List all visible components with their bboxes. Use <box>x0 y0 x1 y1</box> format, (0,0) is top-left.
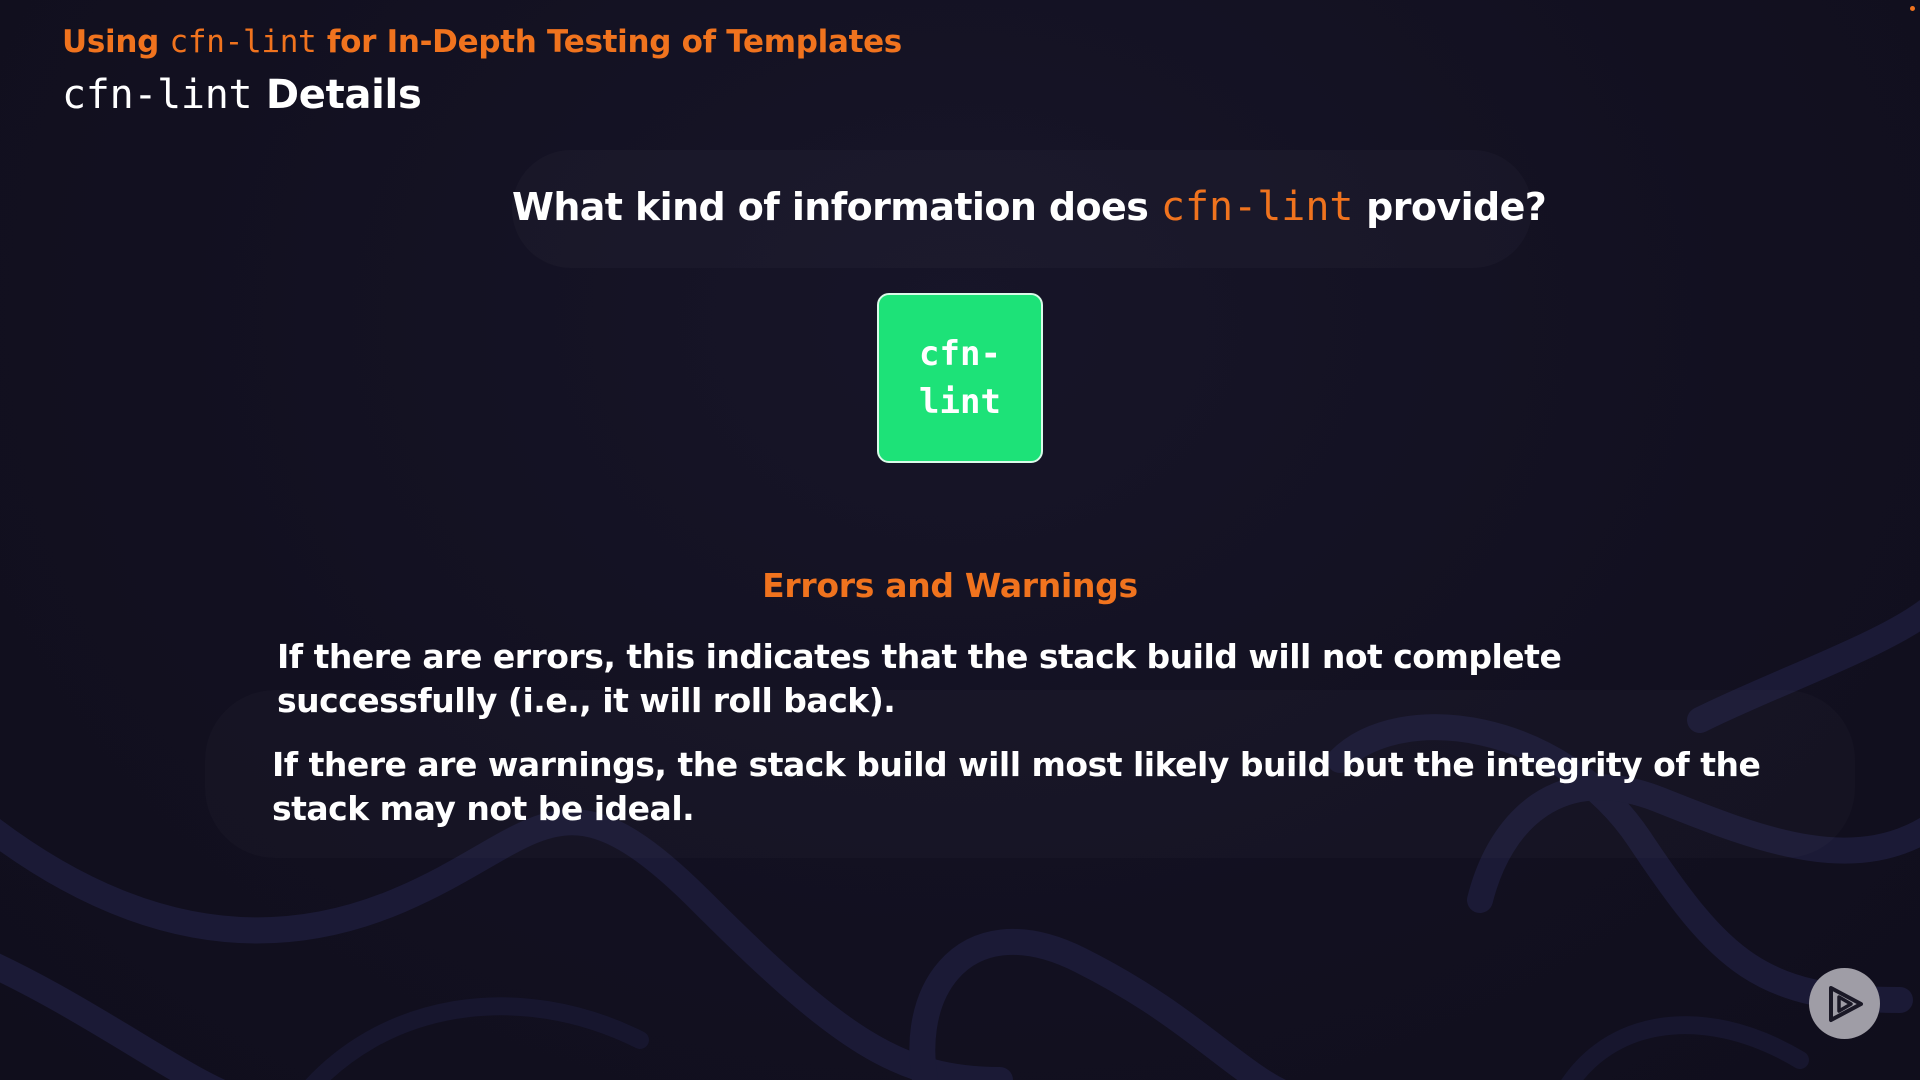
play-icon <box>1828 985 1863 1022</box>
slide: Using cfn-lint for In-Depth Testing of T… <box>0 0 1920 1080</box>
kicker-prefix: Using <box>62 24 170 60</box>
player-logo-button[interactable] <box>1809 968 1880 1039</box>
errors-paragraph: If there are errors, this indicates that… <box>277 637 1562 720</box>
kicker-suffix: for In-Depth Testing of Templates <box>316 24 902 60</box>
section-heading: Errors and Warnings <box>762 566 1138 605</box>
question-prefix: What kind of information does <box>512 185 1161 229</box>
tool-box-label: cfn-lint <box>919 334 1001 422</box>
title-suffix: Details <box>252 72 422 118</box>
slide-title: cfn-lint Details <box>62 72 422 118</box>
question-code: cfn-lint <box>1160 184 1354 230</box>
title-code: cfn-lint <box>62 72 253 118</box>
cfn-lint-tool-box: cfn-lint <box>877 293 1043 463</box>
warnings-paragraph: If there are warnings, the stack build w… <box>272 745 1761 828</box>
kicker-code: cfn-lint <box>169 24 317 60</box>
question-heading: What kind of information does cfn-lint p… <box>512 184 1547 230</box>
slide-kicker: Using cfn-lint for In-Depth Testing of T… <box>62 24 902 60</box>
question-suffix: provide? <box>1353 185 1547 229</box>
corner-indicator-dot <box>1910 6 1915 11</box>
